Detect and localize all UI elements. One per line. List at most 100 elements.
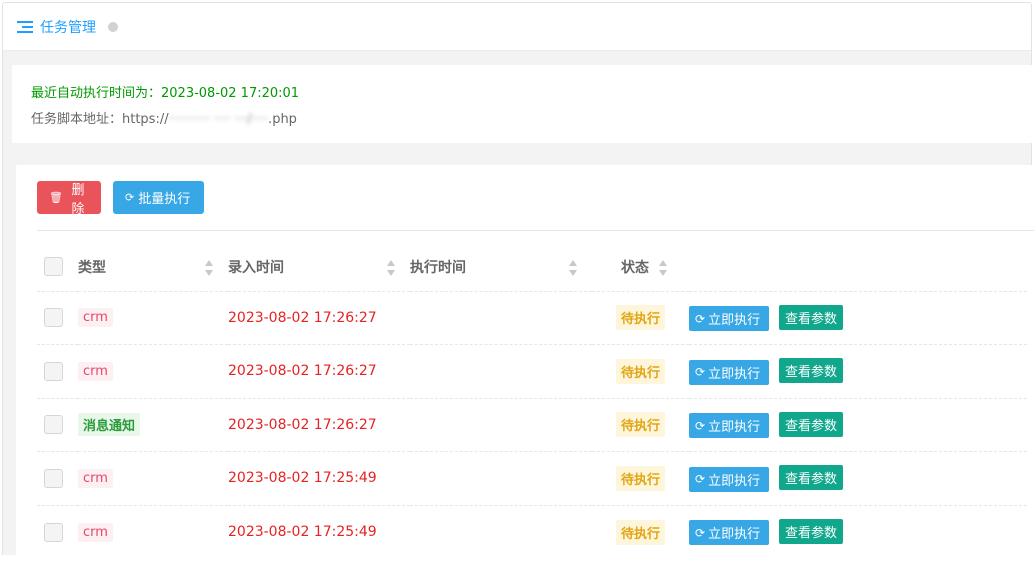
table-card: 🗑 删除 ⟳ 批量执行 类型 录入时间 执行时间 状态 crm 2023-08-…: [16, 165, 1034, 565]
sort-icon[interactable]: [387, 260, 396, 276]
delete-button-label: 删除: [71, 182, 85, 217]
type-tag: crm: [78, 361, 113, 381]
created-time: 2023-08-02 17:25:49: [228, 524, 377, 540]
status-cell: 待执行: [592, 290, 689, 345]
created-time: 2023-08-02 17:26:27: [228, 416, 377, 433]
refresh-icon: ⟳: [695, 472, 706, 486]
table-row: crm 2023-08-02 17:25:49 待执行 ⟳ 立即执行 查看参数: [37, 504, 1027, 559]
view-params-label: 查看参数: [785, 418, 838, 434]
trash-icon: 🗑: [49, 191, 63, 204]
row-select-cell: [37, 451, 78, 505]
last-run-text: 最近自动执行时间为：2023-08-02 17:20:01: [31, 86, 300, 101]
column-header-executed[interactable]: 执行时间: [410, 243, 592, 291]
select-all-checkbox[interactable]: [44, 257, 63, 277]
row-checkbox[interactable]: [44, 308, 63, 328]
executed-cell: [410, 451, 592, 505]
created-time: 2023-08-02 17:26:27: [228, 309, 377, 326]
table-row: crm 2023-08-02 17:26:27 待执行 ⟳ 立即执行 查看参数: [37, 290, 1027, 345]
run-now-label: 立即执行: [708, 420, 761, 435]
view-params-button[interactable]: 查看参数: [779, 304, 843, 330]
view-params-button[interactable]: 查看参数: [779, 518, 843, 544]
delete-button[interactable]: 🗑 删除: [37, 181, 101, 217]
row-checkbox[interactable]: [44, 468, 63, 488]
status-badge: 待执行: [616, 412, 666, 438]
type-cell: crm: [78, 451, 228, 505]
batch-run-button-label: 批量执行: [138, 192, 191, 207]
column-header-status[interactable]: 状态: [592, 243, 689, 291]
task-table: 类型 录入时间 执行时间 状态 crm 2023-08-02 17:26:27 …: [37, 243, 1027, 559]
run-now-button[interactable]: ⟳ 立即执行: [689, 306, 769, 331]
table-header-row: 类型 录入时间 执行时间 状态: [37, 243, 1027, 291]
table-row: crm 2023-08-02 17:26:27 待执行 ⟳ 立即执行 查看参数: [37, 344, 1027, 398]
info-card: 最近自动执行时间为：2023-08-02 17:20:01 任务脚本地址：htt…: [12, 65, 1034, 143]
page-title[interactable]: 任务管理: [40, 17, 96, 37]
type-cell: crm: [78, 290, 228, 345]
view-params-label: 查看参数: [785, 311, 838, 327]
type-cell: 消息通知: [78, 397, 228, 452]
status-badge: 待执行: [616, 305, 666, 331]
view-params-button[interactable]: 查看参数: [779, 358, 843, 383]
executed-cell: [410, 344, 592, 398]
column-header-type[interactable]: 类型: [78, 243, 228, 291]
view-params-button[interactable]: 查看参数: [779, 411, 843, 437]
status-dot: [108, 21, 118, 32]
type-tag: 消息通知: [78, 413, 141, 437]
column-header-actions: [689, 243, 1027, 291]
run-now-label: 立即执行: [708, 473, 761, 489]
page-header: 任务管理: [3, 3, 1031, 51]
view-params-label: 查看参数: [785, 472, 838, 487]
run-now-button[interactable]: ⟳ 立即执行: [689, 413, 769, 438]
row-select-cell: [37, 397, 78, 452]
type-cell: crm: [78, 504, 228, 559]
executed-cell: [410, 397, 592, 452]
type-tag: crm: [78, 308, 113, 328]
actions-cell: ⟳ 立即执行 查看参数: [689, 504, 1027, 559]
view-params-label: 查看参数: [785, 365, 838, 380]
sort-icon[interactable]: [205, 260, 214, 276]
status-badge: 待执行: [616, 358, 666, 384]
row-select-cell: [37, 290, 78, 345]
row-select-cell: [37, 504, 78, 559]
created-cell: 2023-08-02 17:26:27: [228, 344, 410, 398]
row-checkbox[interactable]: [44, 361, 63, 381]
view-params-label: 查看参数: [785, 525, 838, 541]
table-row: crm 2023-08-02 17:25:49 待执行 ⟳ 立即执行 查看参数: [37, 451, 1027, 505]
view-params-button[interactable]: 查看参数: [779, 465, 843, 490]
executed-cell: [410, 504, 592, 559]
created-cell: 2023-08-02 17:26:27: [228, 290, 410, 345]
row-checkbox[interactable]: [44, 415, 63, 435]
created-time: 2023-08-02 17:25:49: [228, 470, 377, 487]
column-header-created[interactable]: 录入时间: [228, 243, 410, 291]
status-cell: 待执行: [592, 451, 689, 505]
status-cell: 待执行: [592, 504, 689, 559]
status-cell: 待执行: [592, 344, 689, 398]
refresh-icon: ⟳: [695, 365, 706, 379]
status-badge: 待执行: [616, 465, 666, 491]
actions-cell: ⟳ 立即执行 查看参数: [689, 290, 1027, 345]
type-tag: crm: [78, 522, 113, 542]
run-now-button[interactable]: ⟳ 立即执行: [689, 466, 769, 492]
script-url-redacted: ·········· ···· ···/····: [168, 112, 269, 127]
toolbar-divider: [37, 230, 1034, 231]
sort-icon[interactable]: [659, 260, 668, 276]
run-now-button[interactable]: ⟳ 立即执行: [689, 359, 769, 385]
script-url-label: 任务脚本地址：https://: [31, 112, 169, 127]
actions-cell: ⟳ 立即执行 查看参数: [689, 397, 1027, 452]
batch-run-button[interactable]: ⟳ 批量执行: [113, 181, 204, 214]
script-url-suffix: php: [272, 112, 297, 127]
row-checkbox[interactable]: [44, 522, 63, 542]
column-status-label: 状态: [621, 259, 649, 276]
row-select-cell: [37, 344, 78, 398]
type-cell: crm: [78, 344, 228, 398]
sort-icon[interactable]: [569, 260, 578, 276]
header-select-cell: [37, 243, 78, 291]
refresh-icon: ⟳: [695, 525, 706, 540]
created-time: 2023-08-02 17:26:27: [228, 363, 377, 380]
run-now-label: 立即执行: [708, 313, 761, 328]
status-cell: 待执行: [592, 397, 689, 452]
run-now-button[interactable]: ⟳ 立即执行: [689, 520, 769, 546]
run-now-label: 立即执行: [708, 527, 761, 543]
actions-cell: ⟳ 立即执行 查看参数: [689, 344, 1027, 398]
created-cell: 2023-08-02 17:25:49: [228, 504, 410, 559]
refresh-icon: ⟳: [695, 311, 706, 326]
